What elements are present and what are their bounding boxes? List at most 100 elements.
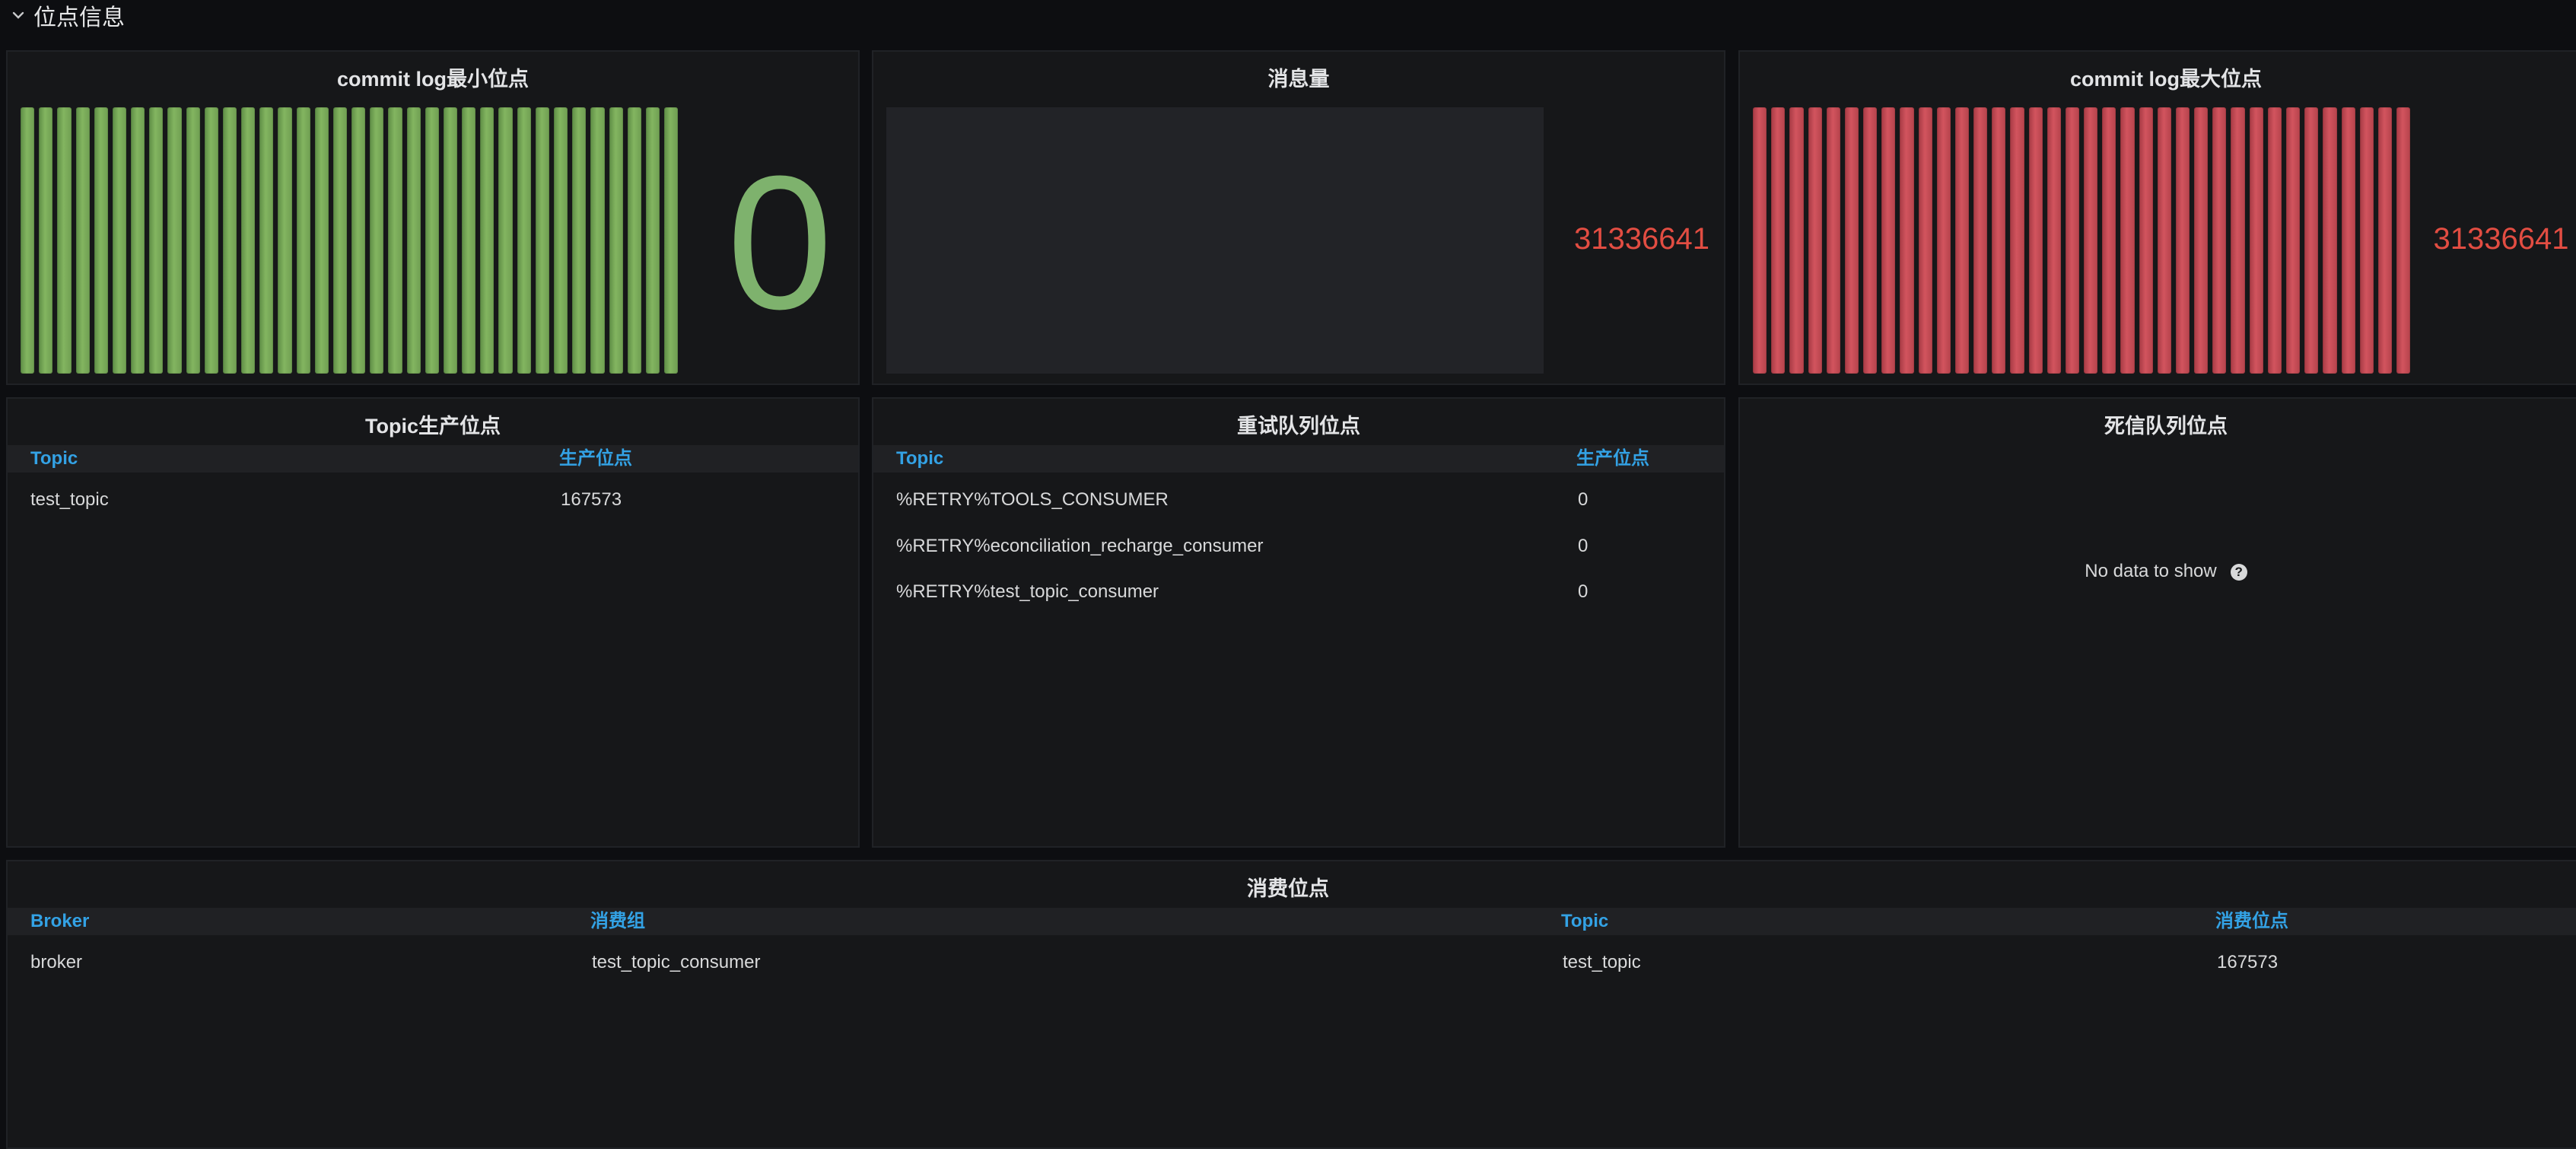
bar-segment	[1844, 107, 1859, 374]
bar-segment	[462, 107, 476, 374]
column-header-topic[interactable]: Topic	[1561, 908, 1608, 935]
bar-segment	[2046, 107, 2061, 374]
bar-segment	[351, 107, 366, 374]
bar-segment	[1771, 107, 1786, 374]
bar-segment	[1863, 107, 1878, 374]
bar-segment	[241, 107, 256, 374]
panel-title[interactable]: Topic生产位点	[8, 409, 858, 439]
bar-segment	[1808, 107, 1822, 374]
bar-segment	[204, 107, 218, 374]
bar-segment	[2396, 107, 2411, 374]
bar-segment	[21, 107, 35, 374]
table-row: %RETRY%TOOLS_CONSUMER 0	[873, 477, 1724, 523]
bar-segment	[1936, 107, 1951, 374]
column-header-consumer-group[interactable]: 消费组	[590, 908, 645, 935]
bar-segment	[39, 107, 53, 374]
bar-segment	[2231, 107, 2245, 374]
bar-segment	[2120, 107, 2135, 374]
stat-value: 31336641	[2433, 222, 2569, 256]
bar-segment	[296, 107, 310, 374]
panel-title[interactable]: commit log最大位点	[1740, 62, 2576, 92]
cell-produce-offset: 0	[1578, 536, 1589, 556]
cell-produce-offset: 0	[1578, 581, 1589, 602]
bar-segment	[2139, 107, 2153, 374]
bar-segment	[2175, 107, 2190, 374]
bar-segment	[2194, 107, 2209, 374]
cell-topic: test_topic	[30, 489, 109, 510]
bar-segment	[57, 107, 72, 374]
bar-segment	[2010, 107, 2024, 374]
no-data-message: No data to show?	[1740, 561, 2576, 582]
cell-topic: %RETRY%test_topic_consumer	[896, 581, 1159, 602]
bar-segment	[1881, 107, 1896, 374]
panel-commit-log-max-offset: commit log最大位点 31336641	[1738, 50, 2576, 385]
bar-segment	[2304, 107, 2319, 374]
cell-consume-offset: 167573	[2217, 952, 2279, 972]
bar-segment	[517, 107, 531, 374]
bar-segment	[2377, 107, 2393, 374]
bar-segment	[332, 107, 348, 374]
bar-segment	[609, 107, 623, 374]
bar-segment	[590, 107, 605, 374]
panel-topic-produce-offset: Topic生产位点 Topic 生产位点 test_topic 167573	[6, 397, 860, 848]
panel-title[interactable]: 消费位点	[8, 872, 2568, 902]
bar-segment	[1900, 107, 1914, 374]
bar-segment	[535, 107, 549, 374]
bar-segment	[406, 107, 421, 374]
bar-segment	[2249, 107, 2263, 374]
bar-segment	[443, 107, 458, 374]
table-header: Broker 消费组 Topic 消费位点	[8, 908, 2576, 935]
bar-segment	[94, 107, 108, 374]
bar-segment	[645, 107, 660, 374]
panel-commit-log-min-offset: commit log最小位点 0	[6, 50, 860, 385]
chevron-down-icon[interactable]	[9, 6, 27, 24]
row-title: 位点信息	[33, 5, 125, 30]
bar-segment	[2267, 107, 2282, 374]
bar-segment	[370, 107, 384, 374]
panel-title[interactable]: commit log最小位点	[8, 62, 858, 92]
bar-gauge	[1753, 107, 2411, 374]
column-header-topic[interactable]: Topic	[896, 445, 943, 473]
cell-broker: broker	[30, 952, 83, 972]
bar-segment	[222, 107, 237, 374]
stat-value: 31336641	[1574, 222, 1709, 256]
bar-segment	[112, 107, 127, 374]
panel-title[interactable]: 死信队列位点	[1740, 409, 2576, 439]
question-circle-icon[interactable]: ?	[2230, 564, 2247, 581]
panel-title[interactable]: 消息量	[873, 62, 1724, 92]
bar-segment	[572, 107, 587, 374]
cell-topic: %RETRY%TOOLS_CONSUMER	[896, 489, 1169, 510]
bar-segment	[1973, 107, 1988, 374]
bar-segment	[2065, 107, 2080, 374]
bar-segment	[498, 107, 513, 374]
bar-gauge	[21, 107, 679, 374]
column-header-consume-offset[interactable]: 消费位点	[2215, 908, 2288, 935]
bar-segment	[149, 107, 164, 374]
bar-segment	[2102, 107, 2116, 374]
table-row: %RETRY%econciliation_recharge_consumer 0	[873, 524, 1724, 569]
cell-consumer-group: test_topic_consumer	[592, 952, 761, 972]
panel-retry-queue-offset: 重试队列位点 Topic 生产位点 %RETRY%TOOLS_CONSUMER …	[872, 397, 1725, 848]
row-header-position-info[interactable]: 位点信息	[9, 0, 125, 30]
bar-segment	[2285, 107, 2301, 374]
column-header-topic[interactable]: Topic	[30, 445, 78, 473]
table-row: broker test_topic_consumer test_topic 16…	[8, 940, 2576, 985]
bar-segment	[2157, 107, 2171, 374]
bar-segment	[1753, 107, 1767, 374]
column-header-produce-offset[interactable]: 生产位点	[1576, 445, 1649, 473]
bar-segment	[259, 107, 274, 374]
bar-segment	[1992, 107, 2006, 374]
column-header-produce-offset[interactable]: 生产位点	[559, 445, 632, 473]
cell-produce-offset: 167573	[561, 489, 622, 510]
panel-title[interactable]: 重试队列位点	[873, 409, 1724, 439]
bar-segment	[1954, 107, 1970, 374]
panel-dead-letter-queue-offset: 死信队列位点 No data to show?	[1738, 397, 2576, 848]
cell-produce-offset: 0	[1578, 489, 1589, 510]
bar-segment	[553, 107, 568, 374]
table-header: Topic 生产位点	[8, 445, 858, 473]
cell-topic: test_topic	[1563, 952, 1641, 972]
bar-segment	[2341, 107, 2355, 374]
bar-segment	[2212, 107, 2227, 374]
column-header-broker[interactable]: Broker	[30, 908, 89, 935]
stat-value: 0	[727, 136, 833, 349]
